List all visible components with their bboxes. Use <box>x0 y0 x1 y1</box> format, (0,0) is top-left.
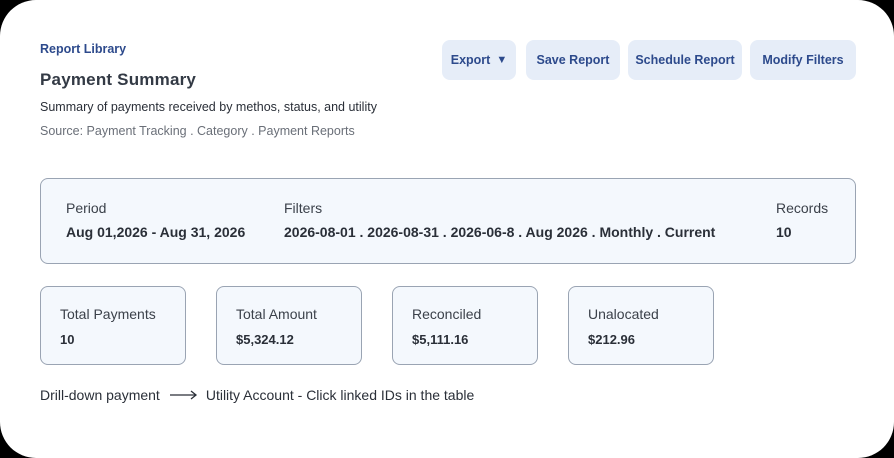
stat-value: $5,111.16 <box>412 332 469 347</box>
stat-card-unallocated: Unalocated $212.96 <box>568 286 714 365</box>
stat-card-total-amount: Total Amount $5,324.12 <box>216 286 362 365</box>
records-label: Records <box>776 200 829 216</box>
breadcrumb-report-library[interactable]: Report Library <box>40 42 126 56</box>
stat-label: Reconciled <box>412 306 482 322</box>
schedule-report-button[interactable]: Schedule Report <box>628 40 742 80</box>
period-label: Period <box>66 200 107 216</box>
stat-card-total-payments: Total Payments 10 <box>40 286 186 365</box>
stat-label: Unalocated <box>588 306 659 322</box>
report-card: Report Library Payment Summary Summary o… <box>0 0 894 458</box>
drilldown-from: Drill-down payment <box>40 387 160 403</box>
export-button-label: Export <box>450 53 491 67</box>
report-meta-panel: Period Aug 01,2026 - Aug 31, 2026 Filter… <box>40 178 856 264</box>
drilldown-hint: Drill-down payment Utility Account - Cli… <box>40 387 474 403</box>
stat-card-reconciled: Reconciled $5,111.16 <box>392 286 538 365</box>
stat-value: $212.96 <box>588 332 635 347</box>
source-line: Source: Payment Tracking . Category . Pa… <box>40 124 355 138</box>
stat-label: Total Amount <box>236 306 317 322</box>
stat-value: $5,324.12 <box>236 332 294 347</box>
modify-filters-button[interactable]: Modify Filters <box>750 40 856 80</box>
stat-label: Total Payments <box>60 306 156 322</box>
drilldown-to: Utility Account - Click linked IDs in th… <box>205 387 475 403</box>
caret-down-icon: ▼ <box>496 54 508 66</box>
filters-label: Filters <box>284 200 323 216</box>
page-subtitle: Summary of payments received by methos, … <box>40 100 377 114</box>
save-report-button[interactable]: Save Report <box>526 40 620 80</box>
arrow-right-icon <box>169 390 197 400</box>
page-title: Payment Summary <box>40 70 197 89</box>
stat-value: 10 <box>60 332 75 347</box>
period-value: Aug 01,2026 - Aug 31, 2026 <box>66 224 246 240</box>
export-button[interactable]: Export ▼ <box>442 40 516 80</box>
filters-value: 2026-08-01 . 2026-08-31 . 2026-06-8 . Au… <box>284 224 716 240</box>
records-value: 10 <box>776 224 792 240</box>
